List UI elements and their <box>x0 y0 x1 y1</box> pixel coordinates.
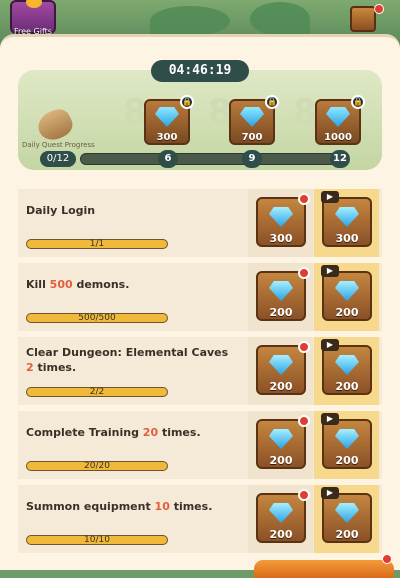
video-play-icon: ▶ <box>321 413 339 425</box>
claim-reward-button[interactable]: 200 <box>256 267 310 321</box>
gem-icon <box>335 281 359 301</box>
notification-dot-icon <box>382 554 392 564</box>
milestone-threshold: 12 <box>330 150 350 168</box>
claim-reward-button[interactable]: 200 <box>256 489 310 543</box>
claim-ad-reward-button[interactable]: ▶ 300 <box>321 191 372 247</box>
reward-amount: 200 <box>335 380 359 393</box>
gem-icon <box>240 107 264 127</box>
milestone-chest-3[interactable]: 1000 🔒 <box>315 95 365 145</box>
reward-cell: 200 <box>248 263 313 331</box>
claim-ad-reward-button[interactable]: ▶ 200 <box>321 339 372 395</box>
reward-amount: 200 <box>269 380 293 393</box>
lock-icon: 🔒 <box>265 95 279 109</box>
quest-progress-text: 20/20 <box>84 461 110 471</box>
notification-dot-icon <box>374 4 384 14</box>
reward-cell: 200 <box>248 411 313 479</box>
daily-progress-bar <box>80 153 346 165</box>
quest-title: Clear Dungeon: Elemental Caves 2 times. <box>26 346 229 374</box>
quest-progress-bar: 500/500 <box>26 313 168 323</box>
notification-dot-icon <box>298 267 310 279</box>
lock-icon: 🔒 <box>351 95 365 109</box>
milestone-chest-2[interactable]: 700 🔒 <box>229 95 279 145</box>
video-play-icon: ▶ <box>321 487 339 499</box>
reward-cell: 200 <box>248 337 313 405</box>
quest-row: Complete Training 20 times. 20/20 200 ▶ 2… <box>18 411 382 479</box>
daily-progress-count: 0/12 <box>40 151 76 167</box>
video-play-icon: ▶ <box>321 265 339 277</box>
quest-row: Summon equipment 10 times. 10/10 200 ▶ 20… <box>18 485 382 553</box>
quest-title: Complete Training 20 times. <box>26 426 201 439</box>
quest-row: Clear Dungeon: Elemental Caves 2 times. … <box>18 337 382 405</box>
gem-icon <box>269 429 293 449</box>
quest-row: Daily Login 1/1 300 ▶ 300 <box>18 189 382 257</box>
ad-reward-cell: ▶ 200 <box>314 411 379 479</box>
reward-amount: 200 <box>269 454 293 467</box>
reward-amount: 200 <box>269 528 293 541</box>
ad-reward-cell: ▶ 200 <box>314 337 379 405</box>
reward-amount: 300 <box>335 232 359 245</box>
gem-icon <box>269 207 293 227</box>
reward-cell: 300 <box>248 189 313 257</box>
reward-amount: 200 <box>335 454 359 467</box>
video-play-icon: ▶ <box>321 191 339 203</box>
notification-dot-icon <box>298 193 310 205</box>
video-play-icon: ▶ <box>321 339 339 351</box>
quest-progress-text: 1/1 <box>89 239 105 249</box>
quest-progress-bar: 10/10 <box>26 535 168 545</box>
gem-icon <box>269 281 293 301</box>
quest-progress-bar: 1/1 <box>26 239 168 249</box>
reset-timer: 04:46:19 <box>151 60 249 82</box>
ad-reward-cell: ▶ 200 <box>314 485 379 553</box>
leaf-decoration <box>150 6 230 36</box>
event-icon[interactable] <box>350 6 376 32</box>
reward-amount: 300 <box>269 232 293 245</box>
milestone-chest-1[interactable]: 300 🔒 <box>144 95 194 145</box>
reward-amount: 200 <box>335 528 359 541</box>
bg-decoration: 8 <box>293 92 317 132</box>
quest-progress-bar: 2/2 <box>26 387 168 397</box>
gem-icon <box>335 207 359 227</box>
reward-amount: 200 <box>335 306 359 319</box>
milestone-amount: 1000 <box>324 132 352 143</box>
quest-row: Kill 500 demons. 500/500 200 ▶ 200 <box>18 263 382 331</box>
claim-reward-button[interactable]: 200 <box>256 415 310 469</box>
milestone-amount: 700 <box>241 132 263 143</box>
reward-cell: 200 <box>248 485 313 553</box>
gem-icon <box>269 355 293 375</box>
claim-reward-button[interactable]: 300 <box>256 193 310 247</box>
quest-progress-text: 2/2 <box>89 387 105 397</box>
gem-icon <box>155 107 179 127</box>
bottom-action-button[interactable] <box>254 560 394 578</box>
notification-dot-icon <box>298 341 310 353</box>
gift-icon <box>26 0 42 8</box>
milestone-threshold: 6 <box>158 150 178 168</box>
reward-amount: 200 <box>269 306 293 319</box>
quest-title: Kill 500 demons. <box>26 278 130 291</box>
claim-ad-reward-button[interactable]: ▶ 200 <box>321 413 372 469</box>
gem-icon <box>335 355 359 375</box>
gem-icon <box>326 107 350 127</box>
notification-dot-icon <box>298 489 310 501</box>
quest-progress-text: 500/500 <box>78 313 116 323</box>
leaf-decoration <box>250 2 310 36</box>
gem-icon <box>269 503 293 523</box>
claim-reward-button[interactable]: 200 <box>256 341 310 395</box>
lock-icon: 🔒 <box>180 95 194 109</box>
claim-ad-reward-button[interactable]: ▶ 200 <box>321 487 372 543</box>
gem-icon <box>335 429 359 449</box>
milestone-amount: 300 <box>156 132 178 143</box>
ad-reward-cell: ▶ 200 <box>314 263 379 331</box>
quest-progress-bar: 20/20 <box>26 461 168 471</box>
quest-title: Summon equipment 10 times. <box>26 500 213 513</box>
notification-dot-icon <box>298 415 310 427</box>
claim-ad-reward-button[interactable]: ▶ 200 <box>321 265 372 321</box>
ad-reward-cell: ▶ 300 <box>314 189 379 257</box>
gem-icon <box>335 503 359 523</box>
quest-title: Daily Login <box>26 204 96 217</box>
milestone-threshold: 9 <box>242 150 262 168</box>
quest-progress-text: 10/10 <box>84 535 110 545</box>
daily-quest-progress-label: Daily Quest Progress <box>22 141 95 149</box>
